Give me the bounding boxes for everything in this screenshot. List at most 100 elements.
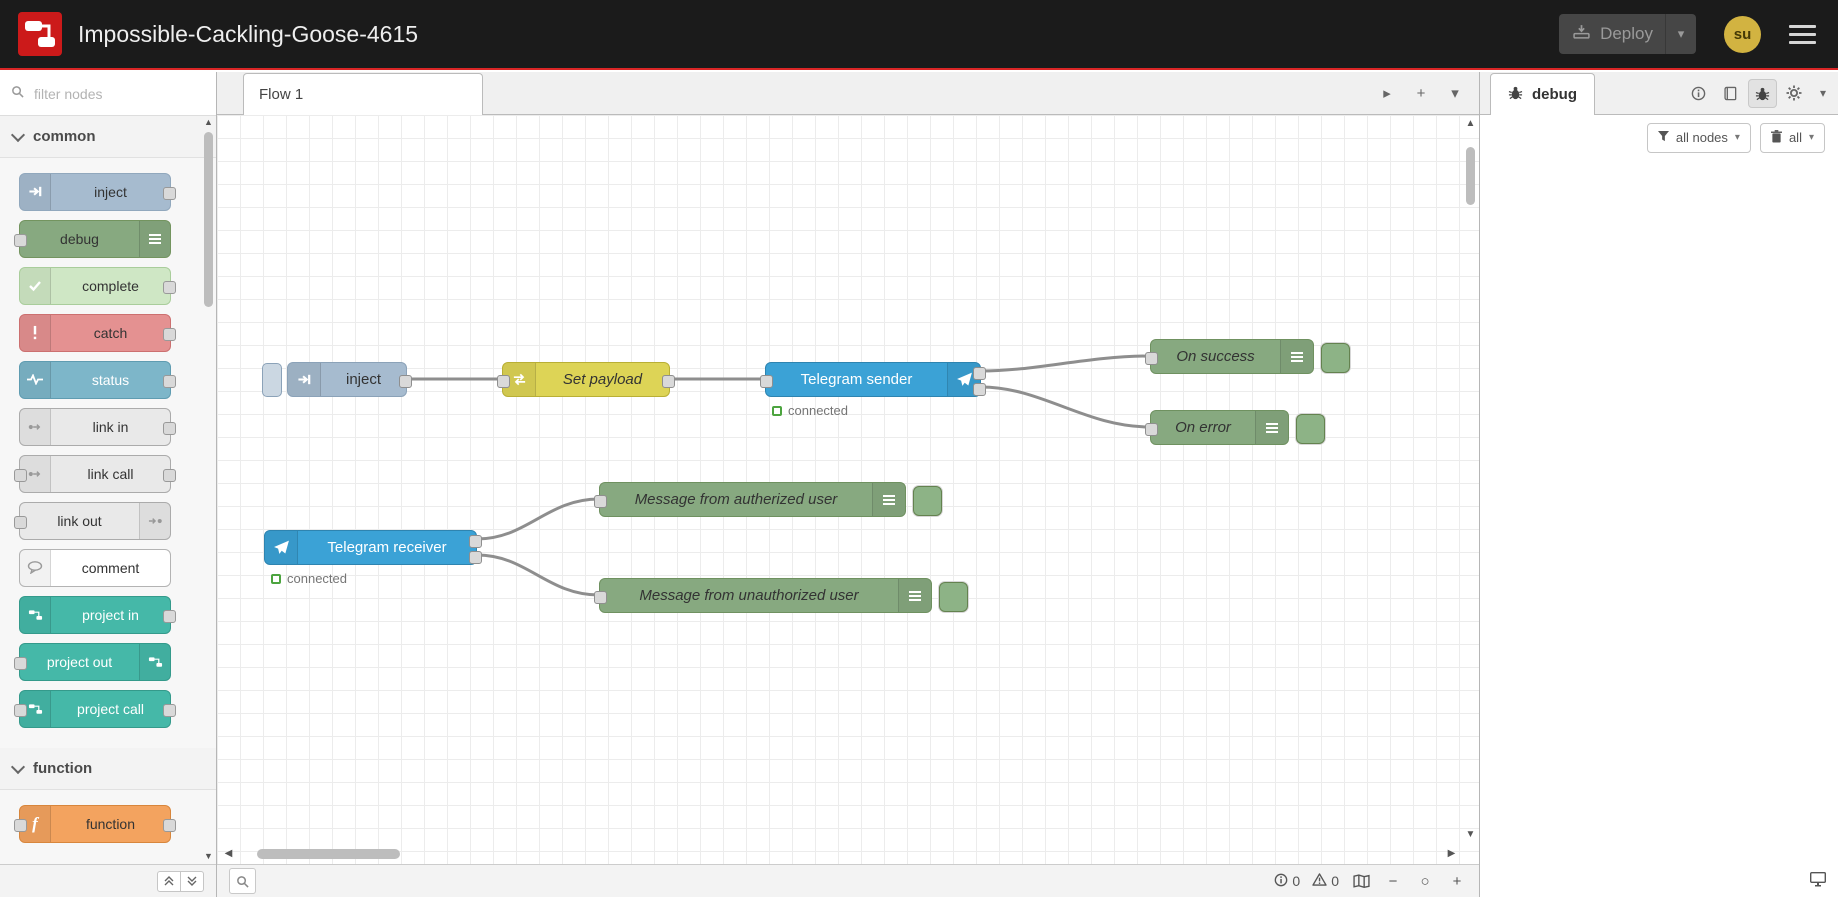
wire[interactable] — [475, 497, 601, 541]
add-flow-button[interactable]: + — [1407, 79, 1435, 107]
input-port[interactable] — [14, 656, 27, 670]
output-port-1[interactable] — [469, 535, 482, 548]
debug-tab-button[interactable] — [1747, 78, 1777, 108]
debug-filter-button[interactable]: all nodes ▾ — [1646, 122, 1751, 153]
input-port[interactable] — [14, 233, 27, 247]
collapse-all-categories-button[interactable] — [157, 870, 181, 892]
flow-node-msg-authorized[interactable]: Message from autherized user — [594, 482, 942, 517]
scroll-up-icon[interactable]: ▲ — [1463, 117, 1478, 131]
user-avatar[interactable]: su — [1724, 15, 1761, 53]
sidebar-menu-caret[interactable]: ▾ — [1820, 86, 1826, 100]
input-port[interactable] — [14, 468, 27, 482]
debug-clear-button[interactable]: all ▾ — [1759, 122, 1825, 153]
palette-node-project-call[interactable]: project call — [14, 689, 176, 728]
output-port[interactable] — [399, 375, 412, 388]
output-port[interactable] — [662, 375, 675, 388]
input-port[interactable] — [760, 375, 773, 388]
flow-canvas[interactable]: inject Set payload Telegram sender conne… — [217, 115, 1479, 864]
flow-node-telegram-sender[interactable]: Telegram sender connected — [760, 362, 986, 418]
output-port-2[interactable] — [469, 551, 482, 564]
input-port[interactable] — [14, 703, 27, 717]
input-port[interactable] — [594, 591, 607, 604]
input-port[interactable] — [14, 818, 27, 832]
scroll-down-icon[interactable]: ▼ — [1463, 828, 1478, 842]
output-port[interactable] — [163, 421, 176, 435]
navigator-map-button[interactable] — [1351, 871, 1371, 891]
inject-trigger-button[interactable] — [262, 363, 282, 397]
config-gear-tab-button[interactable] — [1780, 79, 1809, 108]
tab-debug[interactable]: debug — [1490, 73, 1595, 115]
zoom-reset-button[interactable]: ○ — [1415, 871, 1435, 891]
info-tab-button[interactable] — [1684, 79, 1713, 108]
main-menu-button[interactable] — [1789, 24, 1816, 44]
output-port[interactable] — [163, 703, 176, 717]
debug-enable-toggle[interactable] — [939, 582, 968, 612]
palette-node-debug[interactable]: debug — [14, 219, 171, 258]
help-book-tab-button[interactable] — [1716, 79, 1745, 108]
vertical-scrollbar[interactable]: ▲ ▼ — [1463, 117, 1478, 842]
input-port[interactable] — [497, 375, 510, 388]
open-debug-window-button[interactable] — [1809, 871, 1827, 892]
palette-node-catch[interactable]: catch — [19, 313, 176, 352]
scrollbar-thumb[interactable] — [257, 849, 400, 859]
flow-node-msg-unauthorized[interactable]: Message from unauthorized user — [594, 578, 968, 613]
palette-node-function[interactable]: f function — [14, 804, 176, 843]
deploy-options-caret[interactable]: ▾ — [1666, 26, 1696, 42]
output-port[interactable] — [163, 609, 176, 623]
wire[interactable] — [475, 553, 601, 597]
wire[interactable] — [979, 385, 1152, 429]
horizontal-scrollbar[interactable]: ◀ ▶ — [221, 846, 1459, 862]
zoom-out-button[interactable]: − — [1383, 871, 1403, 891]
palette-scrollbar[interactable]: ▲ ▼ — [202, 116, 215, 862]
open-search-button[interactable] — [229, 868, 256, 894]
scrollbar-thumb[interactable] — [1466, 147, 1475, 205]
scrollbar-thumb[interactable] — [204, 132, 213, 307]
debug-enable-toggle[interactable] — [1321, 343, 1350, 373]
palette-node-link-out[interactable]: link out — [14, 501, 171, 540]
flow-node-on-error[interactable]: On error — [1145, 410, 1325, 445]
scroll-up-icon[interactable]: ▲ — [202, 116, 215, 128]
scroll-left-icon[interactable]: ◀ — [221, 847, 236, 861]
status-dot-icon — [772, 405, 782, 416]
category-function[interactable]: function — [0, 748, 216, 790]
input-port[interactable] — [14, 515, 27, 529]
input-port[interactable] — [594, 495, 607, 508]
palette-node-status[interactable]: status — [19, 360, 176, 399]
scroll-right-icon[interactable]: ▶ — [1444, 847, 1459, 861]
tab-flow-1[interactable]: Flow 1 — [243, 73, 483, 115]
palette-node-project-in[interactable]: project in — [19, 595, 176, 634]
category-common[interactable]: common — [0, 116, 216, 158]
flow-list-menu-button[interactable]: ▾ — [1441, 79, 1469, 107]
expand-all-categories-button[interactable] — [180, 870, 204, 892]
zoom-in-button[interactable]: + — [1447, 871, 1467, 891]
palette-node-link-call[interactable]: link call — [14, 454, 176, 493]
scrollbar-track[interactable] — [236, 848, 1444, 860]
flow-node-set-payload[interactable]: Set payload — [497, 362, 675, 397]
output-port[interactable] — [163, 468, 176, 482]
output-port[interactable] — [163, 374, 176, 388]
output-port[interactable] — [163, 818, 176, 832]
output-port-1[interactable] — [973, 367, 986, 380]
debug-enable-toggle[interactable] — [913, 486, 942, 516]
inject-arrow-icon — [20, 173, 51, 210]
output-port-2[interactable] — [973, 383, 986, 396]
deploy-button[interactable]: Deploy ▾ — [1559, 14, 1696, 54]
debug-enable-toggle[interactable] — [1296, 414, 1325, 444]
filter-nodes-input[interactable] — [32, 84, 186, 103]
output-port[interactable] — [163, 327, 176, 341]
wire[interactable] — [979, 354, 1152, 373]
palette-node-project-out[interactable]: project out — [14, 642, 171, 681]
palette-node-link-in[interactable]: link in — [19, 407, 176, 446]
flow-node-telegram-receiver[interactable]: Telegram receiver connected — [264, 530, 482, 586]
palette-node-comment[interactable]: comment — [19, 548, 171, 587]
scroll-tabs-icon[interactable]: ▸ — [1373, 79, 1401, 107]
palette-node-inject[interactable]: inject — [19, 172, 176, 211]
input-port[interactable] — [1145, 352, 1158, 365]
flow-node-on-success[interactable]: On success — [1145, 339, 1350, 374]
palette-node-complete[interactable]: complete — [19, 266, 176, 305]
scroll-down-icon[interactable]: ▼ — [202, 850, 215, 862]
output-port[interactable] — [163, 186, 176, 200]
input-port[interactable] — [1145, 423, 1158, 436]
flow-node-inject[interactable]: inject — [262, 362, 412, 397]
output-port[interactable] — [163, 280, 176, 294]
